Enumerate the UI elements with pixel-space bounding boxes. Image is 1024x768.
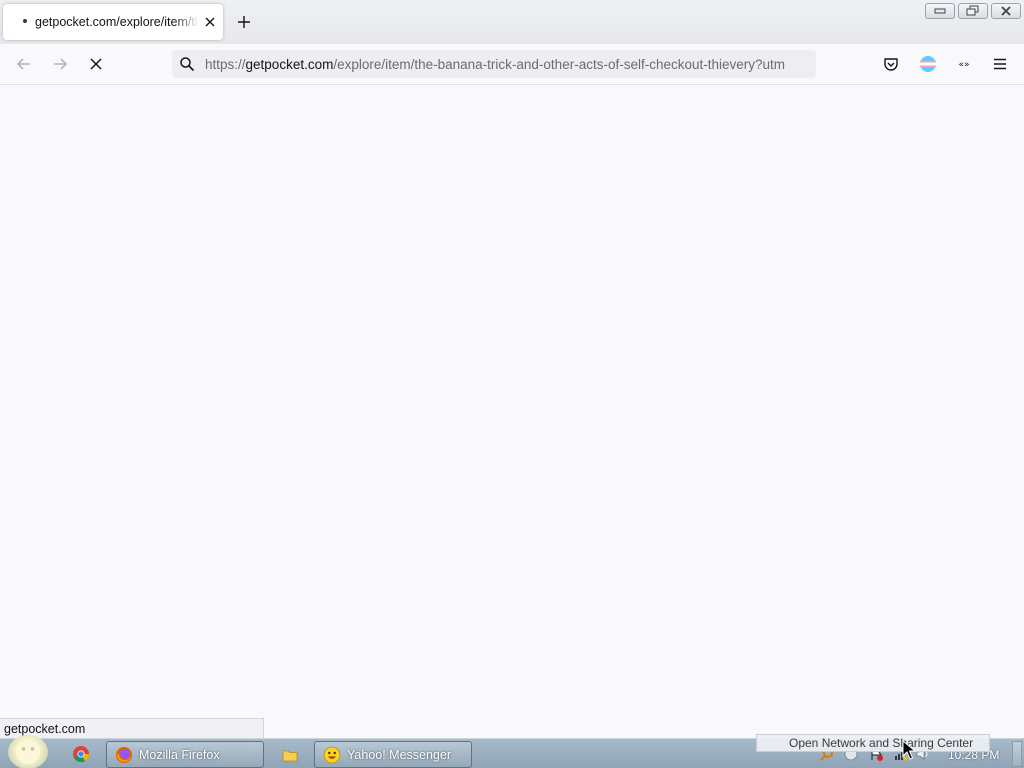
url-text[interactable]: https://getpocket.com/explore/item/the-b… xyxy=(205,57,813,72)
taskbar-item-label: Mozilla Firefox xyxy=(139,747,220,762)
url-bar[interactable]: https://getpocket.com/explore/item/the-b… xyxy=(172,50,816,78)
hamburger-menu-icon[interactable] xyxy=(991,55,1009,73)
page-content xyxy=(0,85,1024,737)
taskbar-item-explorer[interactable] xyxy=(272,741,306,768)
url-domain: getpocket.com xyxy=(245,57,334,72)
tab-title: getpocket.com/explore/item/the-banana-tr… xyxy=(35,15,199,29)
folder-icon xyxy=(282,750,298,761)
close-window-button[interactable] xyxy=(991,3,1021,19)
show-desktop-button[interactable] xyxy=(1012,741,1022,767)
plus-icon[interactable] xyxy=(234,12,254,32)
stop-icon[interactable] xyxy=(87,55,105,73)
arrow-left-icon[interactable] xyxy=(15,55,33,73)
pocket-icon[interactable] xyxy=(882,55,900,73)
taskbar-item-label: Yahoo! Messenger xyxy=(347,747,451,762)
minimize-button[interactable] xyxy=(925,3,955,19)
restore-button[interactable] xyxy=(958,3,988,19)
chrome-icon[interactable] xyxy=(72,745,90,763)
loading-indicator-icon xyxy=(23,19,27,23)
arrow-right-icon[interactable] xyxy=(51,55,69,73)
firefox-icon xyxy=(116,746,132,763)
close-icon[interactable] xyxy=(202,14,218,30)
navigation-toolbar: https://getpocket.com/explore/item/the-b… xyxy=(0,44,1024,85)
smiley-icon xyxy=(16,740,40,764)
tooltip: Open Network and Sharing Center xyxy=(756,734,990,752)
taskbar-item-firefox[interactable]: Mozilla Firefox xyxy=(106,741,264,768)
tab-strip: getpocket.com/explore/item/the-banana-tr… xyxy=(0,0,1024,44)
start-button[interactable] xyxy=(8,735,48,768)
minimize-icon xyxy=(934,8,946,14)
close-icon xyxy=(1001,6,1011,16)
extensions-icon[interactable]: «» xyxy=(955,55,973,73)
tab-active[interactable]: getpocket.com/explore/item/the-banana-tr… xyxy=(3,4,223,40)
svg-text:«»: «» xyxy=(958,60,969,70)
mouse-cursor-icon xyxy=(902,740,916,760)
url-path: /explore/item/the-banana-trick-and-other… xyxy=(333,57,786,72)
taskbar-item-yahoo-messenger[interactable]: Yahoo! Messenger xyxy=(314,741,472,768)
yahoo-messenger-icon xyxy=(323,746,341,763)
url-scheme: https:// xyxy=(205,57,246,72)
restore-icon xyxy=(966,5,979,16)
account-icon[interactable] xyxy=(919,55,937,73)
search-icon xyxy=(180,57,195,72)
